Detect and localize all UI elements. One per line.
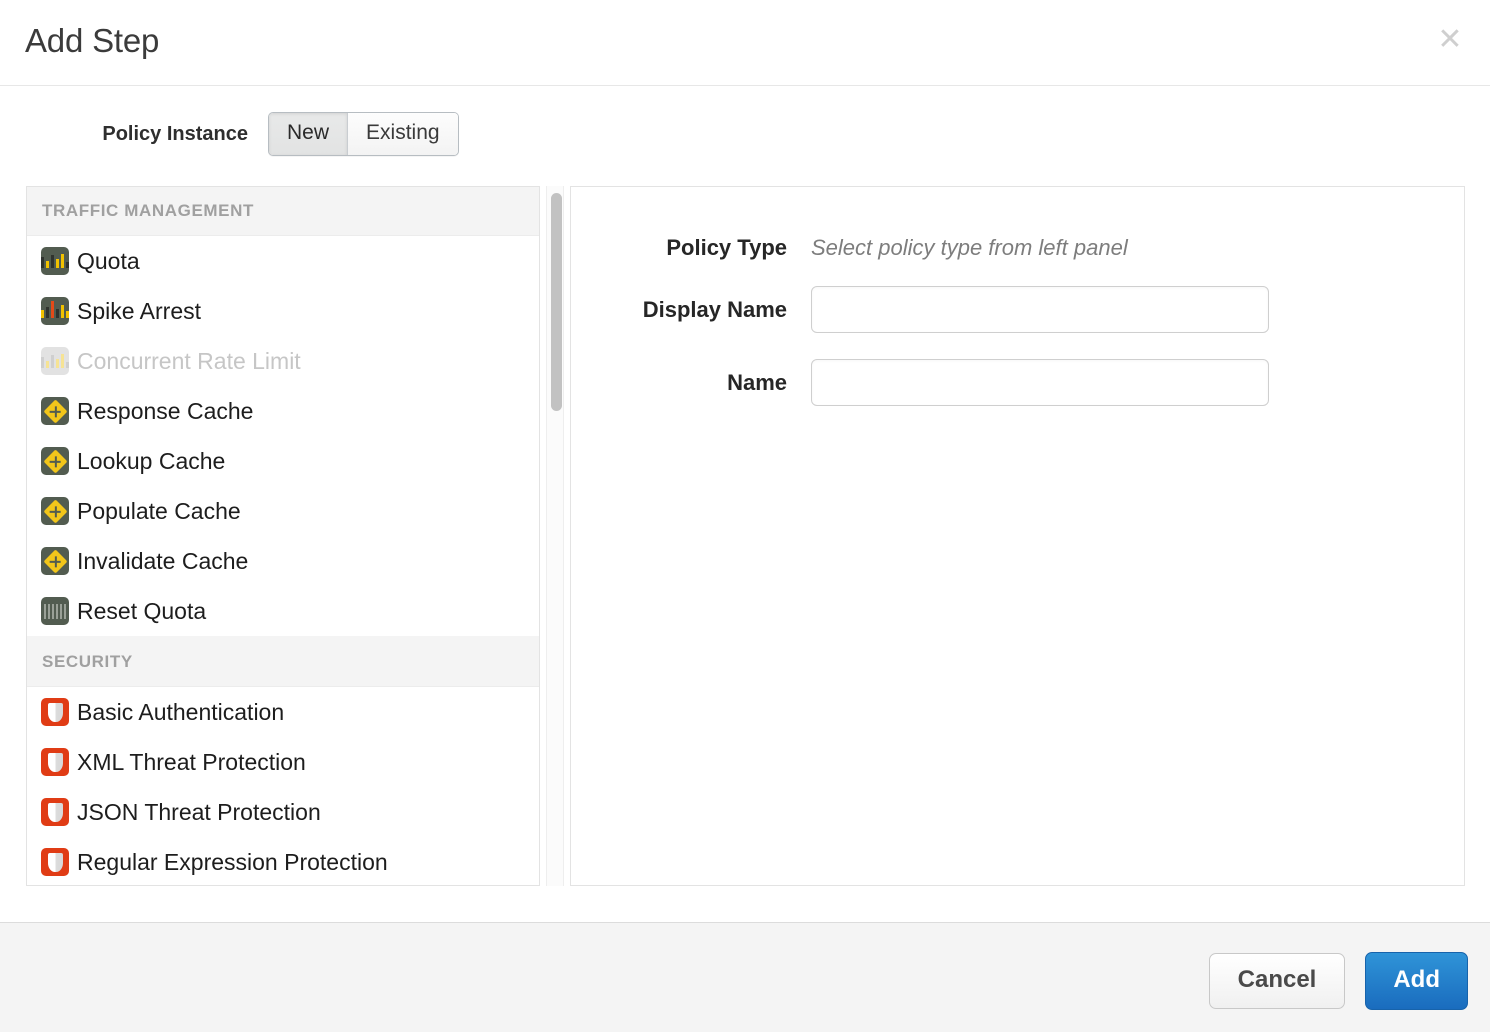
- dialog-header: Add Step ✕: [0, 0, 1490, 86]
- name-row: Name: [571, 333, 1464, 406]
- policy-type-list-panel: TRAFFIC MANAGEMENT Quota Spike Arrest: [26, 186, 540, 886]
- name-label: Name: [571, 370, 811, 396]
- list-item-label: XML Threat Protection: [77, 749, 306, 776]
- add-button[interactable]: Add: [1365, 952, 1468, 1010]
- list-item-label: Lookup Cache: [77, 448, 225, 475]
- display-name-label: Display Name: [571, 297, 811, 323]
- toggle-option-new[interactable]: New: [269, 113, 347, 155]
- toggle-option-existing[interactable]: Existing: [347, 113, 458, 155]
- list-item-label: Basic Authentication: [77, 699, 284, 726]
- shield-icon: [41, 798, 69, 826]
- policy-type-label: Policy Type: [571, 235, 811, 261]
- list-item-label: Spike Arrest: [77, 298, 201, 325]
- list-item-label: Reset Quota: [77, 598, 206, 625]
- list-item-regular-expression-protection[interactable]: Regular Expression Protection: [27, 837, 539, 886]
- shield-icon: [41, 748, 69, 776]
- dialog-body: Policy Instance New Existing TRAFFIC MAN…: [0, 86, 1490, 922]
- list-item-json-threat-protection[interactable]: JSON Threat Protection: [27, 787, 539, 837]
- policy-detail-panel: Policy Type Select policy type from left…: [570, 186, 1465, 886]
- list-item-label: Concurrent Rate Limit: [77, 348, 301, 375]
- list-item-label: Populate Cache: [77, 498, 241, 525]
- cache-diamond-icon: [41, 447, 69, 475]
- cache-diamond-icon: [41, 497, 69, 525]
- policy-type-list: TRAFFIC MANAGEMENT Quota Spike Arrest: [27, 186, 539, 886]
- display-name-row: Display Name: [571, 261, 1464, 333]
- list-item-lookup-cache[interactable]: Lookup Cache: [27, 436, 539, 486]
- list-item-label: Invalidate Cache: [77, 548, 248, 575]
- list-item-reset-quota[interactable]: Reset Quota: [27, 586, 539, 636]
- list-item-populate-cache[interactable]: Populate Cache: [27, 486, 539, 536]
- list-item-label: JSON Threat Protection: [77, 799, 321, 826]
- list-item-invalidate-cache[interactable]: Invalidate Cache: [27, 536, 539, 586]
- display-name-input[interactable]: [811, 286, 1269, 333]
- dialog-footer: Cancel Add: [0, 922, 1490, 1032]
- cache-diamond-icon: [41, 397, 69, 425]
- bar-chart-icon: [41, 247, 69, 275]
- spike-bar-chart-icon: [41, 297, 69, 325]
- page-title: Add Step: [25, 20, 159, 62]
- policy-list-scrollbar[interactable]: [546, 186, 564, 886]
- list-item-xml-threat-protection[interactable]: XML Threat Protection: [27, 737, 539, 787]
- shield-icon: [41, 698, 69, 726]
- scrollbar-thumb[interactable]: [551, 193, 562, 411]
- add-step-dialog: Add Step ✕ Policy Instance New Existing …: [0, 0, 1490, 1032]
- close-icon[interactable]: ✕: [1432, 22, 1468, 58]
- cache-diamond-icon: [41, 547, 69, 575]
- policy-instance-label: Policy Instance: [0, 123, 268, 146]
- list-item-label: Quota: [77, 248, 140, 275]
- section-header-security: SECURITY: [27, 636, 539, 687]
- bar-chart-icon: [41, 347, 69, 375]
- list-item-concurrent-rate-limit: Concurrent Rate Limit: [27, 336, 539, 386]
- footer-button-group: Cancel Add: [1209, 952, 1468, 1010]
- stripes-icon: [41, 597, 69, 625]
- policy-type-value: Select policy type from left panel: [811, 235, 1128, 261]
- cancel-button[interactable]: Cancel: [1209, 953, 1346, 1009]
- policy-type-row: Policy Type Select policy type from left…: [571, 187, 1464, 261]
- panels-container: TRAFFIC MANAGEMENT Quota Spike Arrest: [26, 186, 1465, 922]
- list-item-response-cache[interactable]: Response Cache: [27, 386, 539, 436]
- shield-icon: [41, 848, 69, 876]
- policy-instance-row: Policy Instance New Existing: [0, 114, 459, 154]
- list-item-spike-arrest[interactable]: Spike Arrest: [27, 286, 539, 336]
- name-input[interactable]: [811, 359, 1269, 406]
- section-header-traffic-management: TRAFFIC MANAGEMENT: [27, 186, 539, 236]
- list-item-label: Regular Expression Protection: [77, 849, 388, 876]
- policy-instance-toggle[interactable]: New Existing: [268, 112, 459, 156]
- list-item-basic-authentication[interactable]: Basic Authentication: [27, 687, 539, 737]
- list-item-label: Response Cache: [77, 398, 253, 425]
- list-item-quota[interactable]: Quota: [27, 236, 539, 286]
